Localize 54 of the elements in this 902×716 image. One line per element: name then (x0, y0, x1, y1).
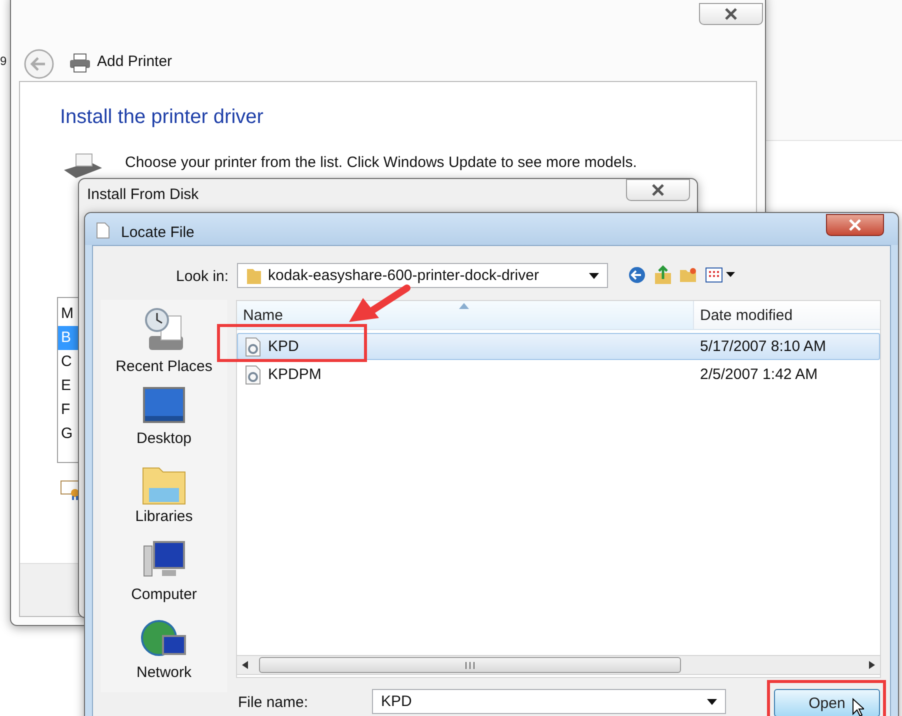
view-menu-icon[interactable] (705, 267, 737, 283)
caret-icon (707, 698, 717, 704)
place-label[interactable]: Computer (131, 586, 197, 603)
settings-file-icon (244, 336, 262, 356)
scrollbar-thumb[interactable] (259, 657, 681, 673)
window-title: Locate File (121, 224, 194, 241)
instruction-text: Choose your printer from the list. Click Windows Update to see more models. (125, 154, 637, 171)
sort-arrow-icon (459, 303, 469, 309)
list-item[interactable]: M (58, 302, 78, 326)
column-header[interactable]: Name (237, 301, 693, 329)
mouse-cursor-icon (852, 698, 864, 716)
close-button[interactable] (699, 3, 763, 25)
new-folder-icon[interactable] (679, 267, 697, 283)
file-name: KPD (268, 338, 299, 355)
list-item[interactable]: C (58, 350, 78, 374)
page-heading: Install the printer driver (60, 106, 264, 129)
place-label[interactable]: Network (136, 664, 192, 681)
look-in-dropdown[interactable]: kodak-easyshare-600-printer-dock-driver (237, 263, 608, 288)
look-in-label: Look in: (176, 268, 229, 285)
list-item[interactable]: G (58, 422, 78, 446)
settings-file-icon (244, 364, 262, 384)
close-icon (723, 8, 739, 20)
left-arrow-icon[interactable] (242, 661, 248, 669)
file-row[interactable]: KPD 5/17/2007 8:10 AM (237, 333, 880, 360)
window-title: Add Printer (97, 53, 172, 70)
file-name-label: File name: (238, 694, 308, 711)
window-title: Install From Disk (87, 186, 199, 203)
date-cell-text: 5/17/2007 8:10 AM (699, 337, 827, 357)
list-item[interactable]: F (58, 398, 78, 422)
file-row[interactable]: KPDPM 2/5/2007 1:42 AM (237, 361, 880, 388)
open-button[interactable]: Open (774, 689, 880, 716)
close-button[interactable] (626, 179, 690, 201)
close-button[interactable] (826, 214, 884, 236)
document-icon (96, 222, 110, 239)
column-header[interactable]: Date modified (693, 301, 880, 329)
grip-icon (465, 662, 475, 668)
place-label[interactable]: Desktop (136, 430, 192, 447)
up-folder-icon[interactable] (654, 265, 672, 285)
list-item[interactable]: E (58, 374, 78, 398)
right-arrow-icon[interactable] (869, 661, 875, 669)
file-name-value: KPD (381, 693, 412, 710)
file-name-field[interactable]: KPD (372, 689, 726, 714)
place-label[interactable]: Recent Places (116, 358, 212, 375)
printer-icon (69, 53, 91, 73)
place-label[interactable]: Libraries (135, 508, 193, 525)
folder-icon (246, 266, 262, 284)
file-name: KPDPM (268, 366, 322, 383)
folder-path: kodak-easyshare-600-printer-dock-driver (268, 267, 539, 284)
caret-icon (589, 272, 599, 278)
close-icon (650, 184, 666, 196)
partial-text: 9 (0, 54, 7, 68)
horizontal-scrollbar[interactable] (236, 655, 881, 675)
close-icon (847, 219, 863, 231)
date-cell-text: 2/5/2007 1:42 AM (699, 365, 819, 385)
